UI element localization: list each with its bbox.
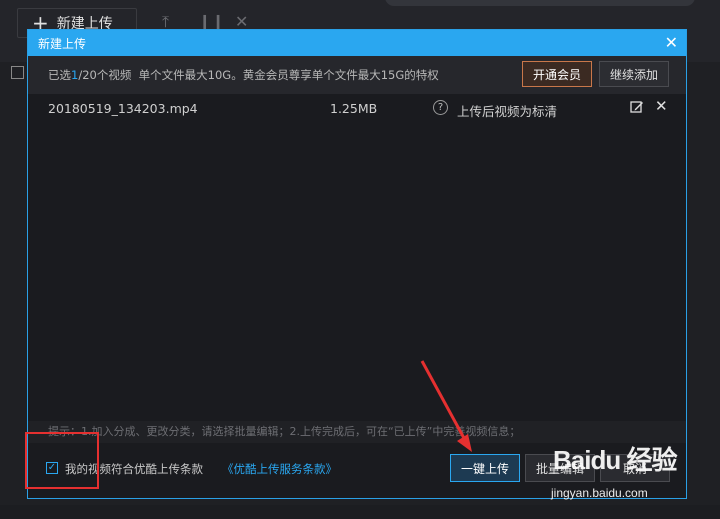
- file-row: 20180519_134203.mp4 1.25MB ? 上传后视频为标清 ✕: [28, 94, 686, 124]
- open-vip-button[interactable]: 开通会员: [522, 61, 592, 87]
- terms-link[interactable]: 《优酷上传服务条款》: [222, 461, 337, 477]
- file-name: 20180519_134203.mp4: [48, 101, 198, 116]
- info-selected-count: 1: [71, 68, 79, 82]
- dialog-title: 新建上传: [38, 36, 87, 51]
- file-status: 上传后视频为标清: [457, 104, 558, 119]
- watermark-brand: Baidu 经验: [553, 445, 677, 475]
- edit-icon[interactable]: [630, 100, 644, 114]
- oneclick-upload-button[interactable]: 一键上传: [450, 454, 520, 482]
- file-size: 1.25MB: [330, 101, 378, 116]
- background-search-pill: [385, 0, 695, 6]
- continue-add-button[interactable]: 继续添加: [599, 61, 669, 87]
- new-upload-dialog: 新建上传 ✕ 已选 1/20个视频 单个文件最大10G。黄金会员尊享单个文件最大1…: [27, 29, 687, 499]
- watermark-url: jingyan.baidu.com: [551, 486, 648, 500]
- background-select-all-checkbox[interactable]: [11, 66, 24, 79]
- info-suffix: /20个视频 单个文件最大10G。黄金会员尊享单个文件最大15G的特权: [78, 68, 439, 82]
- annotation-highlight-box: [25, 432, 99, 489]
- dialog-titlebar: 新建上传 ✕: [28, 30, 686, 56]
- dialog-close-icon[interactable]: ✕: [665, 33, 678, 52]
- remove-file-icon[interactable]: ✕: [655, 97, 668, 115]
- question-icon[interactable]: ?: [433, 100, 448, 115]
- baidu-watermark-logo: Baidu 经验: [553, 440, 677, 477]
- selection-info-bar: 已选 1/20个视频 单个文件最大10G。黄金会员尊享单个文件最大15G的特权 开…: [28, 56, 686, 94]
- info-prefix: 已选: [48, 68, 71, 82]
- background-bottom-bar: [0, 505, 720, 519]
